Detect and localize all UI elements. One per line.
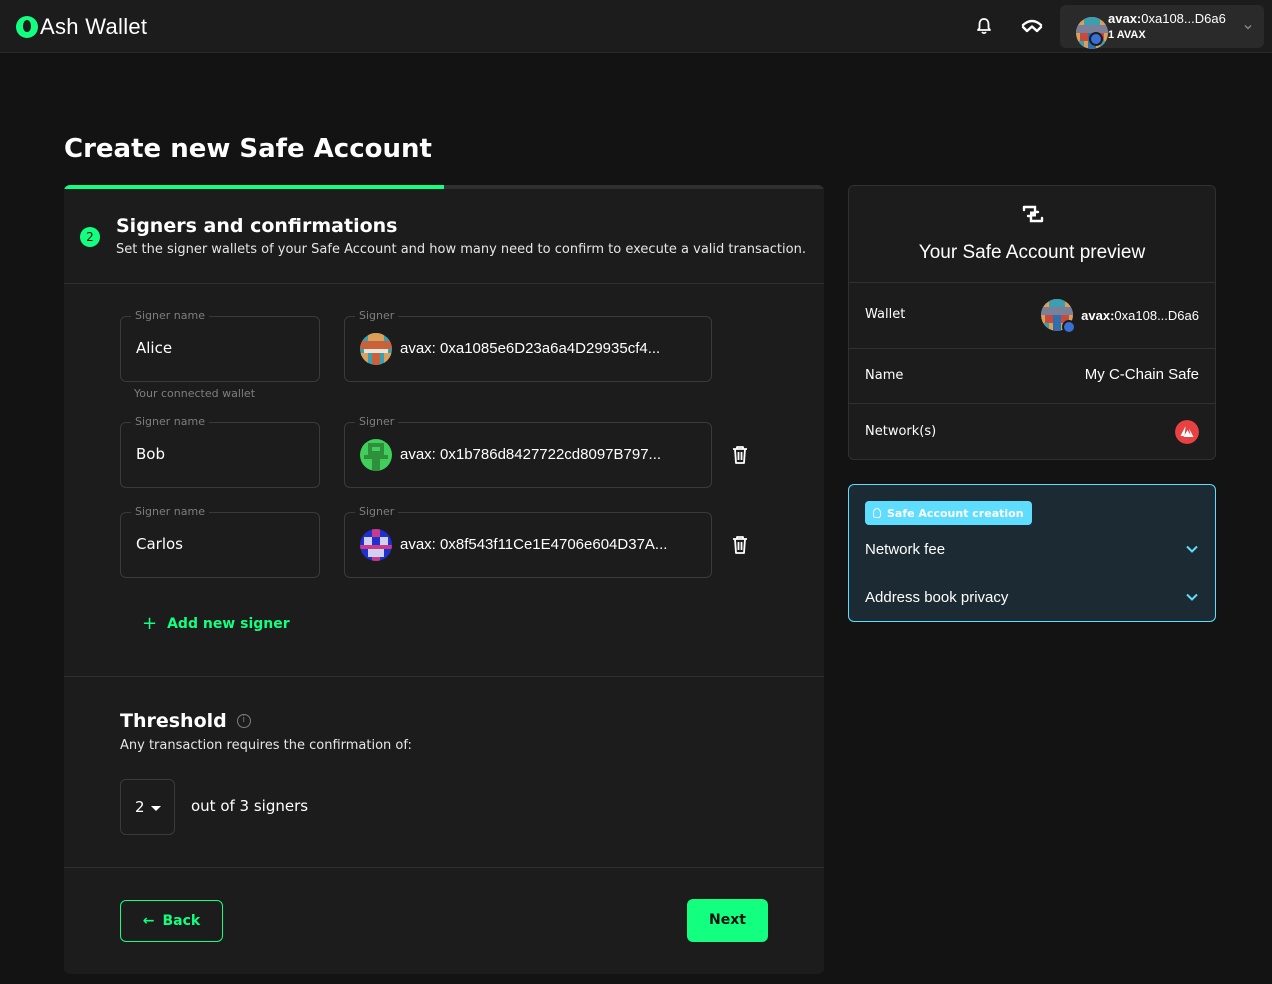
step-header: 2 Signers and confirmations Set the sign… xyxy=(64,189,824,284)
preview-row-networks: Network(s) xyxy=(849,403,1215,459)
divider xyxy=(64,867,824,868)
bell-icon[interactable] xyxy=(974,16,994,36)
trash-icon[interactable] xyxy=(729,444,751,466)
safe-logo-icon xyxy=(1022,205,1044,223)
account-avatar xyxy=(1068,11,1108,49)
info-tag-label: Safe Account creation xyxy=(887,506,1024,520)
signer-avatar xyxy=(360,529,392,561)
accordion-label: Network fee xyxy=(865,540,946,558)
signer-address-field[interactable]: Signer avax: 0x8f543f11Ce1E4706e604D37A.… xyxy=(344,505,712,578)
info-tag: Safe Account creation xyxy=(865,501,1032,525)
preview-row-wallet: Wallet avax:0xa108...D6a6 xyxy=(849,282,1215,348)
connected-wallet-hint: Your connected wallet xyxy=(134,387,256,400)
signer-address-field[interactable]: Signer avax: 0x1b786d8427722cd8097B797..… xyxy=(344,415,712,488)
signer-avatar xyxy=(360,333,392,365)
threshold-subtitle: Any transaction requires the confirmatio… xyxy=(120,738,412,753)
wallet-address: avax:0xa108...D6a6 xyxy=(1081,307,1199,323)
top-bar: Ash Wallet avax:0xa108...D6a6 1 AVAX xyxy=(0,0,1272,53)
signer-address-value: avax: 0x8f543f11Ce1E4706e604D37A... xyxy=(400,536,668,553)
step-title: Signers and confirmations xyxy=(116,215,398,237)
walletconnect-icon[interactable] xyxy=(1020,17,1044,37)
brand[interactable]: Ash Wallet xyxy=(16,14,147,40)
ash-logo-icon xyxy=(16,16,38,38)
signer-address-field[interactable]: Signer avax: 0xa1085e6D23a6a4D29935cf4..… xyxy=(344,309,712,382)
next-button[interactable]: Next xyxy=(687,899,768,942)
signer-name-field[interactable]: Signer name Carlos xyxy=(120,505,320,578)
brand-name: Ash Wallet xyxy=(40,14,148,39)
avalanche-icon xyxy=(1175,420,1199,444)
safe-preview-panel: Your Safe Account preview Wallet avax:0x… xyxy=(848,185,1216,460)
preview-row-name: Name My C-Chain Safe xyxy=(849,348,1215,403)
field-label: Signer name xyxy=(131,415,209,428)
field-label: Signer xyxy=(355,309,399,322)
divider xyxy=(64,676,824,677)
signer-name-value: Carlos xyxy=(136,535,183,553)
account-address: avax:0xa108...D6a6 xyxy=(1108,11,1226,26)
chevron-down-icon xyxy=(1244,25,1252,30)
chain-badge-icon xyxy=(1089,32,1103,46)
signer-name-value: Alice xyxy=(136,339,173,357)
add-signer-button[interactable]: + Add new signer xyxy=(142,613,290,634)
signer-address-value: avax: 0x1b786d8427722cd8097B797... xyxy=(400,446,662,463)
chevron-down-icon xyxy=(1186,593,1198,601)
threshold-title: Threshold xyxy=(120,710,227,732)
page-title: Create new Safe Account xyxy=(64,134,432,164)
signer-avatar xyxy=(360,439,392,471)
add-signer-label: Add new signer xyxy=(167,615,290,632)
preview-name-value: My C-Chain Safe xyxy=(1084,366,1199,383)
signer-name-field[interactable]: Signer name Bob xyxy=(120,415,320,488)
caret-down-icon xyxy=(151,806,161,811)
field-label: Signer xyxy=(355,505,399,518)
threshold-out-of: out of 3 signers xyxy=(191,797,309,815)
field-label: Signer xyxy=(355,415,399,428)
preview-label: Network(s) xyxy=(865,424,937,439)
accordion-network-fee[interactable]: Network fee xyxy=(865,537,1199,561)
account-balance: 1 AVAX xyxy=(1108,29,1146,41)
chain-badge-icon xyxy=(1062,320,1077,334)
preview-wallet-value: avax:0xa108...D6a6 xyxy=(1041,299,1199,334)
safe-creation-info: Safe Account creation Network fee Addres… xyxy=(848,484,1216,622)
arrow-left-icon: ← xyxy=(142,913,155,929)
signer-name-value: Bob xyxy=(136,445,165,463)
info-icon[interactable]: i xyxy=(236,714,251,728)
accordion-address-book-privacy[interactable]: Address book privacy xyxy=(865,585,1199,609)
trash-icon[interactable] xyxy=(729,534,751,556)
accordion-label: Address book privacy xyxy=(865,588,1009,606)
field-label: Signer name xyxy=(131,309,209,322)
signer-name-field[interactable]: Signer name Alice xyxy=(120,309,320,382)
threshold-value: 2 xyxy=(135,798,145,816)
threshold-select[interactable]: 2 xyxy=(120,779,175,835)
preview-label: Name xyxy=(865,368,904,383)
signer-address-value: avax: 0xa1085e6D23a6a4D29935cf4... xyxy=(400,340,661,357)
wallet-avatar xyxy=(1041,299,1077,334)
chevron-down-icon xyxy=(1186,545,1198,553)
preview-title: Your Safe Account preview xyxy=(918,242,1146,263)
lightbulb-icon xyxy=(873,508,881,518)
back-label: Back xyxy=(162,913,201,929)
account-button[interactable]: avax:0xa108...D6a6 1 AVAX xyxy=(1060,5,1264,49)
step-subtitle: Set the signer wallets of your Safe Acco… xyxy=(116,242,806,257)
create-safe-card: 2 Signers and confirmations Set the sign… xyxy=(64,185,824,974)
back-button[interactable]: ← Back xyxy=(120,900,223,942)
threshold-heading: Threshold i xyxy=(120,710,251,732)
plus-icon: + xyxy=(142,613,158,634)
step-number-badge: 2 xyxy=(80,227,100,247)
preview-label: Wallet xyxy=(865,307,906,322)
field-label: Signer name xyxy=(131,505,209,518)
